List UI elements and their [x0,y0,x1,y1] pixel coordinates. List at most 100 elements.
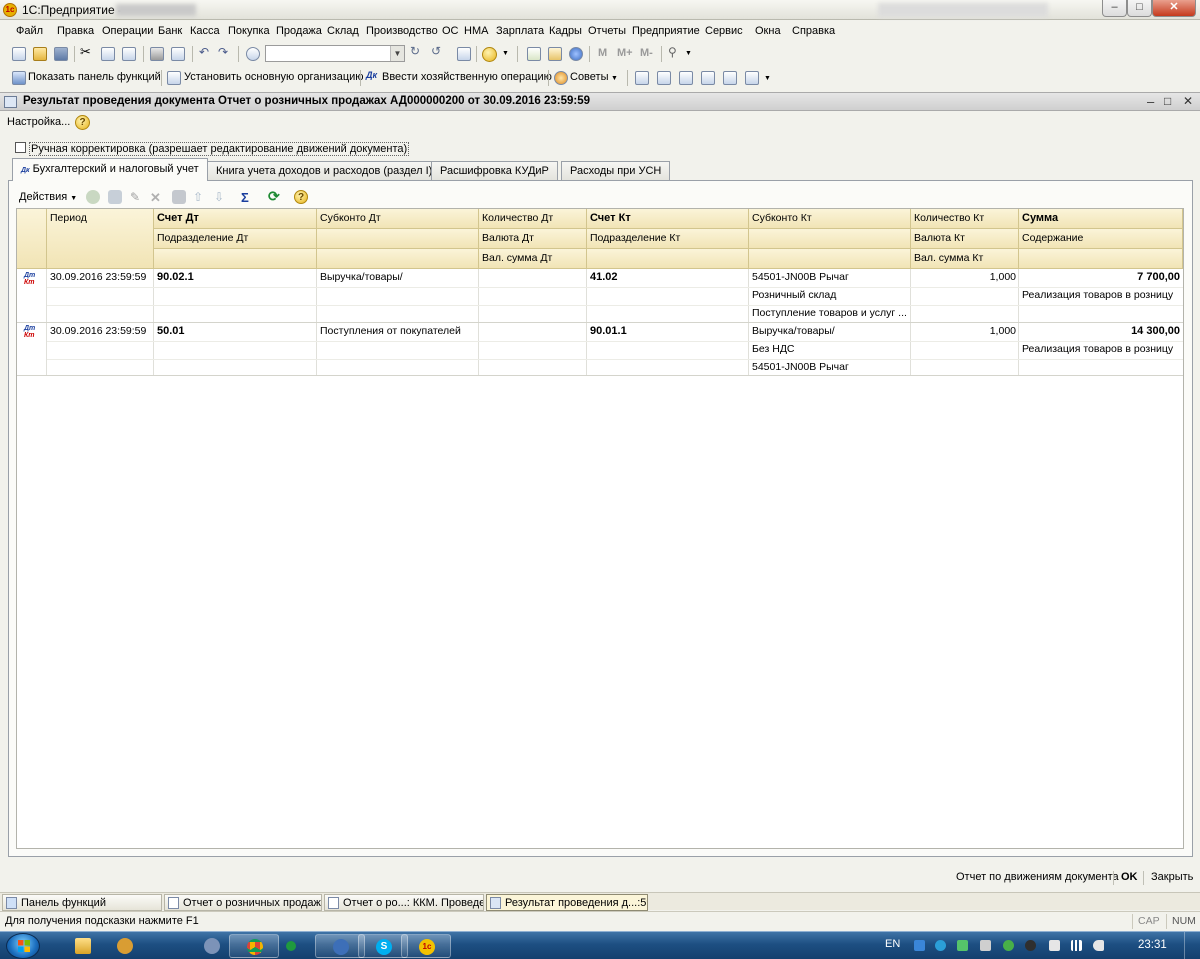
language-indicator[interactable]: EN [885,938,900,950]
refresh-icon[interactable]: ⟳ [268,188,282,204]
start-button[interactable] [6,933,40,959]
manual-correction-checkbox[interactable] [15,142,26,153]
add-icon[interactable] [86,190,100,204]
tray-icon[interactable] [980,940,991,951]
copy-row-icon[interactable] [108,190,122,204]
save-icon[interactable] [54,47,68,61]
actions-menu-button[interactable]: Действия ▼ [19,191,77,203]
menu-salary[interactable]: Зарплата [496,25,544,37]
row-2-account-dt[interactable]: 50.01 [154,323,317,341]
menu-edit[interactable]: Правка [57,25,94,37]
row-1-sum[interactable]: 7 700,00 [1019,269,1183,287]
tray-icon[interactable] [1025,940,1036,951]
document-maximize-button[interactable]: □ [1164,94,1171,108]
users-icon[interactable] [569,47,583,61]
network-icon[interactable] [1071,940,1082,951]
help-icon[interactable]: ? [75,115,90,130]
window-tab-functions-panel[interactable]: Панель функций [2,894,162,911]
minimize-button[interactable]: – [1102,0,1127,17]
row-2-subconto-dt-1[interactable]: Поступления от покупателей [317,323,479,341]
memory-add-button[interactable]: M+ [617,47,633,59]
move-up-icon[interactable]: ⇧ [193,190,207,204]
move-down-icon[interactable]: ⇩ [214,190,228,204]
tray-icon[interactable] [914,940,925,951]
row-1-period[interactable]: 30.09.2016 23:59:59 [47,269,154,287]
tab-income-book[interactable]: Книга учета доходов и расходов (раздел I… [207,161,442,180]
row-1-subconto-kt-2[interactable]: Розничный склад [749,287,911,305]
header-subconto-kt[interactable]: Субконто Кт [749,209,911,229]
movements-report-button[interactable]: Отчет по движениям документа [956,871,1119,883]
chart-of-accounts-icon[interactable] [657,71,671,85]
copy-icon[interactable] [101,47,115,61]
more-dropdown-icon[interactable]: ▼ [764,75,771,82]
header-currency-kt[interactable]: Валюта Кт [911,229,1019,249]
row-1-subconto-dt-1[interactable]: Выручка/товары/ [317,269,479,287]
header-sum[interactable]: Сумма [1019,209,1183,229]
cut-icon[interactable]: ✂ [80,44,94,59]
print-icon[interactable] [150,47,164,61]
menu-operations[interactable]: Операции [102,25,153,37]
maximize-button[interactable]: □ [1127,0,1152,17]
volume-icon[interactable] [1093,940,1104,951]
postings-table[interactable]: Период Счет Дт Субконто Дт Количество Дт… [16,208,1184,849]
paste-icon[interactable] [122,47,136,61]
enter-operation-button[interactable]: Ввести хозяйственную операцию [382,71,552,83]
tips-button[interactable]: Советы [570,71,608,83]
flag-icon[interactable] [1049,940,1060,951]
header-content[interactable]: Содержание [1019,229,1183,249]
menu-help[interactable]: Справка [792,25,835,37]
menu-intangibles[interactable]: НМА [464,25,488,37]
clock[interactable]: 23:31 [1138,939,1167,951]
menu-bank[interactable]: Банк [158,25,182,37]
taskbar-1c[interactable]: 1с [401,934,451,958]
menu-warehouse[interactable]: Склад [327,25,359,37]
menu-fixed-assets[interactable]: ОС [442,25,459,37]
manual-correction-label[interactable]: Ручная корректировка (разрешает редактир… [29,142,410,156]
window-list-icon[interactable] [457,47,471,61]
window-tab-retail-report[interactable]: Отчет о розничных продажах [164,894,322,911]
tray-icon[interactable] [1003,940,1014,951]
save-row-icon[interactable] [172,190,186,204]
close-document-button[interactable]: Закрыть [1151,871,1193,883]
row-2-quantity-kt[interactable]: 1,000 [911,323,1019,341]
row-1-account-dt[interactable]: 90.02.1 [154,269,317,287]
menu-purchase[interactable]: Покупка [228,25,270,37]
header-account-kt[interactable]: Счет Кт [587,209,749,229]
menu-file[interactable]: Файл [16,25,43,37]
document-close-button[interactable]: ✕ [1183,94,1193,108]
menu-sale[interactable]: Продажа [276,25,322,37]
menu-hr[interactable]: Кадры [549,25,582,37]
taskbar-app[interactable] [100,934,150,958]
document-minimize-button[interactable]: – [1147,94,1154,109]
tools-dropdown-icon[interactable]: ▼ [685,50,692,57]
tab-accounting[interactable]: Дк Бухгалтерский и налоговый учет [12,158,208,181]
search-combobox[interactable]: ▼ [265,45,405,62]
row-2-content[interactable]: Реализация товаров в розницу [1019,341,1183,359]
sum-icon[interactable]: Σ [241,190,255,205]
header-currency-sum-kt[interactable]: Вал. сумма Кт [911,249,1019,269]
spreadsheet-icon[interactable] [527,47,541,61]
header-subconto-dt[interactable]: Субконто Дт [317,209,479,229]
menu-production[interactable]: Производство [366,25,438,37]
memory-subtract-button[interactable]: M- [640,47,653,59]
settings-link[interactable]: Настройка... [7,116,70,128]
grid-help-icon[interactable]: ? [294,190,308,204]
row-2-period[interactable]: 30.09.2016 23:59:59 [47,323,154,341]
edit-icon[interactable]: ✎ [130,190,144,204]
skype-tray-icon[interactable] [935,940,946,951]
search-icon[interactable] [246,47,260,61]
redo-icon[interactable]: ↷ [218,45,232,59]
balance-icon[interactable] [701,71,715,85]
menu-windows[interactable]: Окна [755,25,781,37]
close-button[interactable]: ✕ [1152,0,1196,17]
row-1-content[interactable]: Реализация товаров в розницу [1019,287,1183,305]
header-quantity-kt[interactable]: Количество Кт [911,209,1019,229]
set-main-org-button[interactable]: Установить основную организацию [184,71,364,83]
show-desktop-button[interactable] [1184,932,1200,959]
card-icon[interactable] [745,71,759,85]
delete-icon[interactable]: ✕ [150,190,164,205]
row-1-quantity-kt[interactable]: 1,000 [911,269,1019,287]
journal-icon[interactable] [679,71,693,85]
row-2-subconto-kt-1[interactable]: Выручка/товары/ [749,323,911,341]
tools-icon[interactable]: ⚲ [668,45,682,59]
